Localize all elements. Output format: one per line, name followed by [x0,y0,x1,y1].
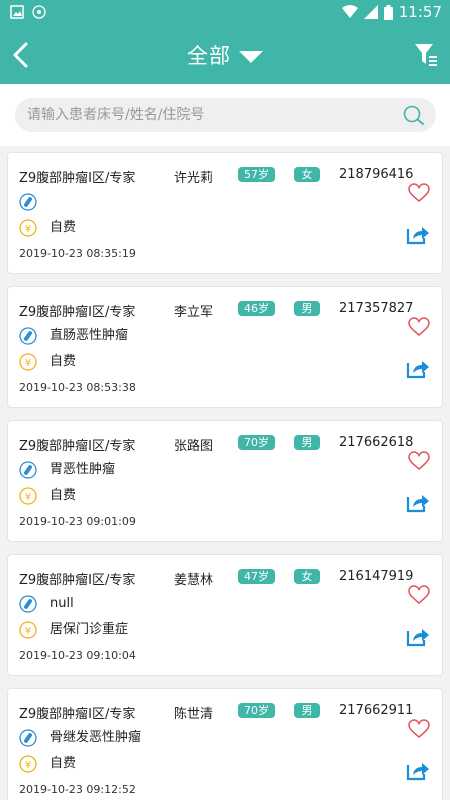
department: Z9腹部肿瘤I区/专家 [19,171,136,186]
app-bar: 全部 [0,26,450,84]
clock: 11:57 [398,3,442,21]
diagnosis: 骨继发恶性肿瘤 [50,730,142,745]
diagnosis: null [50,596,74,611]
status-bar: 11:57 [0,0,450,26]
patient-card[interactable]: Z9腹部肿瘤I区/专家 姜慧林 47岁 女 216147919 null ¥ 居… [7,554,443,676]
sex-badge: 男 [294,703,320,718]
category-dropdown[interactable]: 全部 [0,40,450,70]
heart-icon[interactable] [408,317,430,337]
visit-time: 2019-10-23 09:12:52 [19,783,136,796]
department: Z9腹部肿瘤I区/专家 [19,573,136,588]
page-title: 全部 [187,44,231,68]
inpatient-number: 217357827 [339,301,414,316]
svg-text:¥: ¥ [25,358,31,369]
age-badge: 70岁 [238,703,275,718]
search-input[interactable] [27,98,397,132]
pill-icon [19,193,37,211]
age-badge: 57岁 [238,167,275,182]
age-badge: 47岁 [238,569,275,584]
svg-text:¥: ¥ [25,760,31,771]
pill-icon [19,595,37,613]
diagnosis: 胃恶性肿瘤 [50,462,116,477]
inpatient-number: 216147919 [339,569,414,584]
yen-icon: ¥ [19,219,37,237]
inpatient-number: 217662618 [339,435,414,450]
search-icon[interactable] [402,104,426,126]
search-bar [0,84,450,146]
wifi-icon [341,5,358,18]
payment-type: 自费 [50,220,77,235]
diagnosis: 直肠恶性肿瘤 [50,328,129,343]
patient-name: 姜慧林 [174,573,214,588]
app-notification-icon [32,5,46,19]
yen-icon: ¥ [19,353,37,371]
chevron-down-icon [239,51,263,63]
patient-name: 张路图 [174,439,214,454]
payment-type: 自费 [50,488,77,503]
gallery-notification-icon [10,5,24,19]
age-badge: 70岁 [238,435,275,450]
heart-icon[interactable] [408,183,430,203]
yen-icon: ¥ [19,621,37,639]
search-box [15,98,436,132]
sex-badge: 女 [294,569,320,584]
patient-name: 许光莉 [174,171,214,186]
payment-type: 自费 [50,756,77,771]
share-icon[interactable] [406,759,430,781]
yen-icon: ¥ [19,755,37,773]
filter-icon[interactable] [414,42,438,68]
heart-icon[interactable] [408,585,430,605]
department: Z9腹部肿瘤I区/专家 [19,305,136,320]
visit-time: 2019-10-23 09:01:09 [19,515,136,528]
visit-time: 2019-10-23 09:10:04 [19,649,136,662]
share-icon[interactable] [406,223,430,245]
department: Z9腹部肿瘤I区/专家 [19,707,136,722]
share-icon[interactable] [406,625,430,647]
department: Z9腹部肿瘤I区/专家 [19,439,136,454]
patient-card[interactable]: Z9腹部肿瘤I区/专家 陈世清 70岁 男 217662911 骨继发恶性肿瘤 … [7,688,443,800]
visit-time: 2019-10-23 08:35:19 [19,247,136,260]
share-icon[interactable] [406,491,430,513]
pill-icon [19,461,37,479]
battery-icon [383,4,393,20]
svg-text:¥: ¥ [25,492,31,503]
patient-name: 陈世清 [174,707,214,722]
svg-text:¥: ¥ [25,626,31,637]
inpatient-number: 218796416 [339,167,414,182]
signal-icon [363,5,378,19]
patient-card[interactable]: Z9腹部肿瘤I区/专家 李立军 46岁 男 217357827 直肠恶性肿瘤 ¥… [7,286,443,408]
heart-icon[interactable] [408,719,430,739]
patient-card[interactable]: Z9腹部肿瘤I区/专家 张路图 70岁 男 217662618 胃恶性肿瘤 ¥ … [7,420,443,542]
patient-card[interactable]: Z9腹部肿瘤I区/专家 许光莉 57岁 女 218796416 ¥ 自费 201… [7,152,443,274]
pill-icon [19,327,37,345]
share-icon[interactable] [406,357,430,379]
age-badge: 46岁 [238,301,275,316]
pill-icon [19,729,37,747]
heart-icon[interactable] [408,451,430,471]
payment-type: 自费 [50,354,77,369]
yen-icon: ¥ [19,487,37,505]
payment-type: 居保门诊重症 [50,622,129,637]
visit-time: 2019-10-23 08:53:38 [19,381,136,394]
patient-name: 李立军 [174,305,214,320]
sex-badge: 男 [294,435,320,450]
sex-badge: 女 [294,167,320,182]
svg-text:¥: ¥ [25,224,31,235]
sex-badge: 男 [294,301,320,316]
patient-list: Z9腹部肿瘤I区/专家 许光莉 57岁 女 218796416 ¥ 自费 201… [0,146,450,800]
inpatient-number: 217662911 [339,703,414,718]
